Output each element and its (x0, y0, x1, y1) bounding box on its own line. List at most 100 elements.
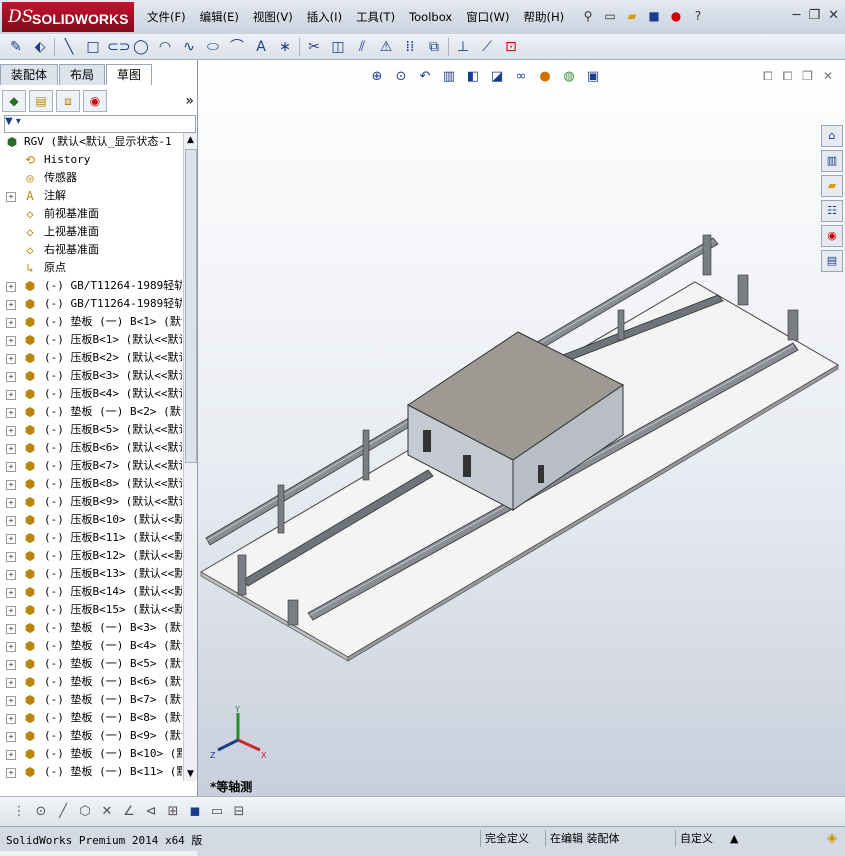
smart-dimension-icon[interactable]: ⬖ (30, 37, 50, 57)
tree-vertical-scrollbar[interactable]: ▲ ▼ (183, 133, 197, 781)
tree-item[interactable]: + ⬢ (-) 压板B<12> (默认<<默 (0, 547, 182, 565)
tree-item[interactable]: + ⬢ (-) 压板B<1> (默认<<默认 (0, 331, 182, 349)
tree-item[interactable]: + ⬢ (-) 压板B<2> (默认<<默认 (0, 349, 182, 367)
new-doc-icon[interactable]: ▭ (602, 8, 618, 24)
tree-item[interactable]: + ⬢ (-) 压板B<10> (默认<<默 (0, 511, 182, 529)
tree-item[interactable]: + ⬢ (-) 压板B<9> (默认<<默认 (0, 493, 182, 511)
tree-item[interactable]: + A 注解 (0, 187, 182, 205)
relations-icon[interactable]: ⊥ (453, 37, 473, 57)
expand-toggle-icon[interactable]: + (6, 732, 16, 742)
tree-item[interactable]: ↳ 原点 (0, 259, 182, 277)
tree-item[interactable]: ◇ 前视基准面 (0, 205, 182, 223)
expand-toggle-icon[interactable]: + (6, 714, 16, 724)
expand-toggle-icon[interactable]: + (6, 354, 16, 364)
ellipse-icon[interactable]: ⬭ (203, 37, 223, 57)
tab-sketch[interactable]: 草图 (106, 64, 153, 85)
save-icon[interactable]: ■ (646, 8, 662, 24)
status-units-arrow[interactable]: ▲ (726, 830, 742, 847)
tree-item[interactable]: + ⬢ (-) 垫板 (一) B<2> (默认 (0, 403, 182, 421)
expand-toggle-icon[interactable]: + (6, 624, 16, 634)
sketch-icon[interactable]: ✎ (6, 37, 26, 57)
expand-toggle-icon[interactable]: + (6, 696, 16, 706)
tree-item[interactable]: + ⬢ (-) 压板B<13> (默认<<默 (0, 565, 182, 583)
tree-item[interactable]: + ⬢ (-) 垫板 (一) B<6> (默认 (0, 673, 182, 691)
minimize-icon[interactable]: ─ (793, 8, 801, 23)
scroll-down-icon[interactable]: ▼ (185, 767, 196, 781)
window-tile-h-icon[interactable]: ▭ (208, 803, 226, 821)
offset-icon[interactable]: ⫽ (352, 37, 372, 57)
tree-item[interactable]: + ⬢ (-) 垫板 (一) B<8> (默认 (0, 709, 182, 727)
line-icon[interactable]: ╲ (59, 37, 79, 57)
expand-toggle-icon[interactable]: + (6, 408, 16, 418)
expand-toggle-icon[interactable]: + (6, 426, 16, 436)
expand-toggle-icon[interactable]: + (6, 318, 16, 328)
mirror-icon[interactable]: ⚠ (376, 37, 396, 57)
tree-item[interactable]: + ⬢ (-) 压板B<7> (默认<<默认 (0, 457, 182, 475)
tree-item[interactable]: + ⬢ (-) 压板B<14> (默认<<默 (0, 583, 182, 601)
tree-item[interactable]: + ⬢ (-) 压板B<6> (默认<<默认 (0, 439, 182, 457)
expand-toggle-icon[interactable]: + (6, 642, 16, 652)
expand-toggle-icon[interactable]: + (6, 534, 16, 544)
expand-toggle-icon[interactable]: + (6, 660, 16, 670)
tree-item[interactable]: + ⬢ (-) 压板B<5> (默认<<默认 (0, 421, 182, 439)
tree-item[interactable]: + ⬢ (-) GB/T11264-1989轻轨 (0, 277, 182, 295)
rectangle-icon[interactable]: □ (83, 37, 103, 57)
slot-icon[interactable]: ⊂⊃ (107, 37, 130, 57)
tab-assembly[interactable]: 装配体 (0, 64, 59, 85)
property-manager-icon[interactable]: ▤ (29, 90, 53, 112)
expand-toggle-icon[interactable]: + (6, 480, 16, 490)
traffic-light-icon[interactable]: ● (668, 8, 684, 24)
tree-item[interactable]: + ⬢ (-) 压板B<11> (默认<<默 (0, 529, 182, 547)
status-units[interactable]: 自定义 (675, 830, 717, 847)
expand-toggle-icon[interactable]: + (6, 444, 16, 454)
tree-item[interactable]: + ⬢ (-) 垫板 (一) B<7> (默认 (0, 691, 182, 709)
expand-toggle-icon[interactable]: + (6, 300, 16, 310)
pattern-icon[interactable]: ⁞⁞ (400, 37, 420, 57)
config-manager-icon[interactable]: ⧈ (56, 90, 80, 112)
window-tile-v-icon[interactable]: ⊟ (230, 803, 248, 821)
tree-item[interactable]: + ⬢ (-) 压板B<4> (默认<<默认 (0, 385, 182, 403)
expand-toggle-icon[interactable]: + (6, 192, 16, 202)
close-icon[interactable]: ✕ (828, 8, 839, 23)
expand-toggle-icon[interactable]: + (6, 678, 16, 688)
filter-input[interactable]: ▼ ▾ (4, 115, 196, 133)
feature-manager-icon[interactable]: ◆ (2, 90, 26, 112)
pin-icon[interactable]: ⚲ (580, 8, 596, 24)
expand-toggle-icon[interactable]: + (6, 588, 16, 598)
sketch-tools-icon[interactable]: ⋮ (10, 803, 28, 821)
point-icon[interactable]: ∗ (275, 37, 295, 57)
graphics-area[interactable]: ⊕ ⊙ ↶ ▥ ◧ ◪ ∞ ● ◍ ▣ ⧠ ⧠ ❐ ✕ ⌂ ▥ ▰ ☷ ◉ ▤ (198, 60, 845, 796)
menu-window[interactable]: 窗口(W) (459, 9, 516, 25)
expand-toggle-icon[interactable]: + (6, 462, 16, 472)
menu-help[interactable]: 帮助(H) (517, 9, 572, 25)
tree-item[interactable]: + ⬢ (-) 垫板 (一) B<9> (默认 (0, 727, 182, 745)
expand-toggle-icon[interactable]: + (6, 750, 16, 760)
tree-item[interactable]: + ⬢ (-) 垫板 (一) B<3> (默认 (0, 619, 182, 637)
expand-toggle-icon[interactable]: + (6, 372, 16, 382)
rapid-sketch-icon[interactable]: ⊡ (501, 37, 521, 57)
spline-icon[interactable]: ∿ (179, 37, 199, 57)
extend-tool-icon[interactable]: ∠ (120, 803, 138, 821)
display-manager-icon[interactable]: ◉ (83, 90, 107, 112)
offset-tool-icon[interactable]: ⊲ (142, 803, 160, 821)
circle-tool-icon[interactable]: ⊙ (32, 803, 50, 821)
tree-item[interactable]: + ⬢ (-) 垫板 (一) B<10> (默 (0, 745, 182, 763)
open-icon[interactable]: ▰ (624, 8, 640, 24)
expand-toggle-icon[interactable]: + (6, 552, 16, 562)
tab-layout[interactable]: 布局 (59, 64, 106, 85)
menu-file[interactable]: 文件(F) (140, 9, 193, 25)
expand-toggle-icon[interactable]: + (6, 570, 16, 580)
trim-tool-icon[interactable]: ✕ (98, 803, 116, 821)
menu-edit[interactable]: 编辑(E) (193, 9, 246, 25)
tree-item[interactable]: + ⬢ (-) 垫板 (一) B<5> (默认 (0, 655, 182, 673)
more-tabs-button[interactable]: » (185, 93, 194, 109)
expand-toggle-icon[interactable]: + (6, 282, 16, 292)
scroll-up-icon[interactable]: ▲ (185, 133, 196, 147)
tree-item[interactable]: + ⬢ (-) 垫板 (一) B<4> (默认 (0, 637, 182, 655)
expand-toggle-icon[interactable]: + (6, 390, 16, 400)
repair-icon[interactable]: ⟋ (477, 37, 497, 57)
expand-toggle-icon[interactable]: + (6, 516, 16, 526)
line-tool-icon[interactable]: ╱ (54, 803, 72, 821)
shaded-display-icon[interactable]: ◼ (186, 803, 204, 821)
tree-item[interactable]: ◇ 上视基准面 (0, 223, 182, 241)
